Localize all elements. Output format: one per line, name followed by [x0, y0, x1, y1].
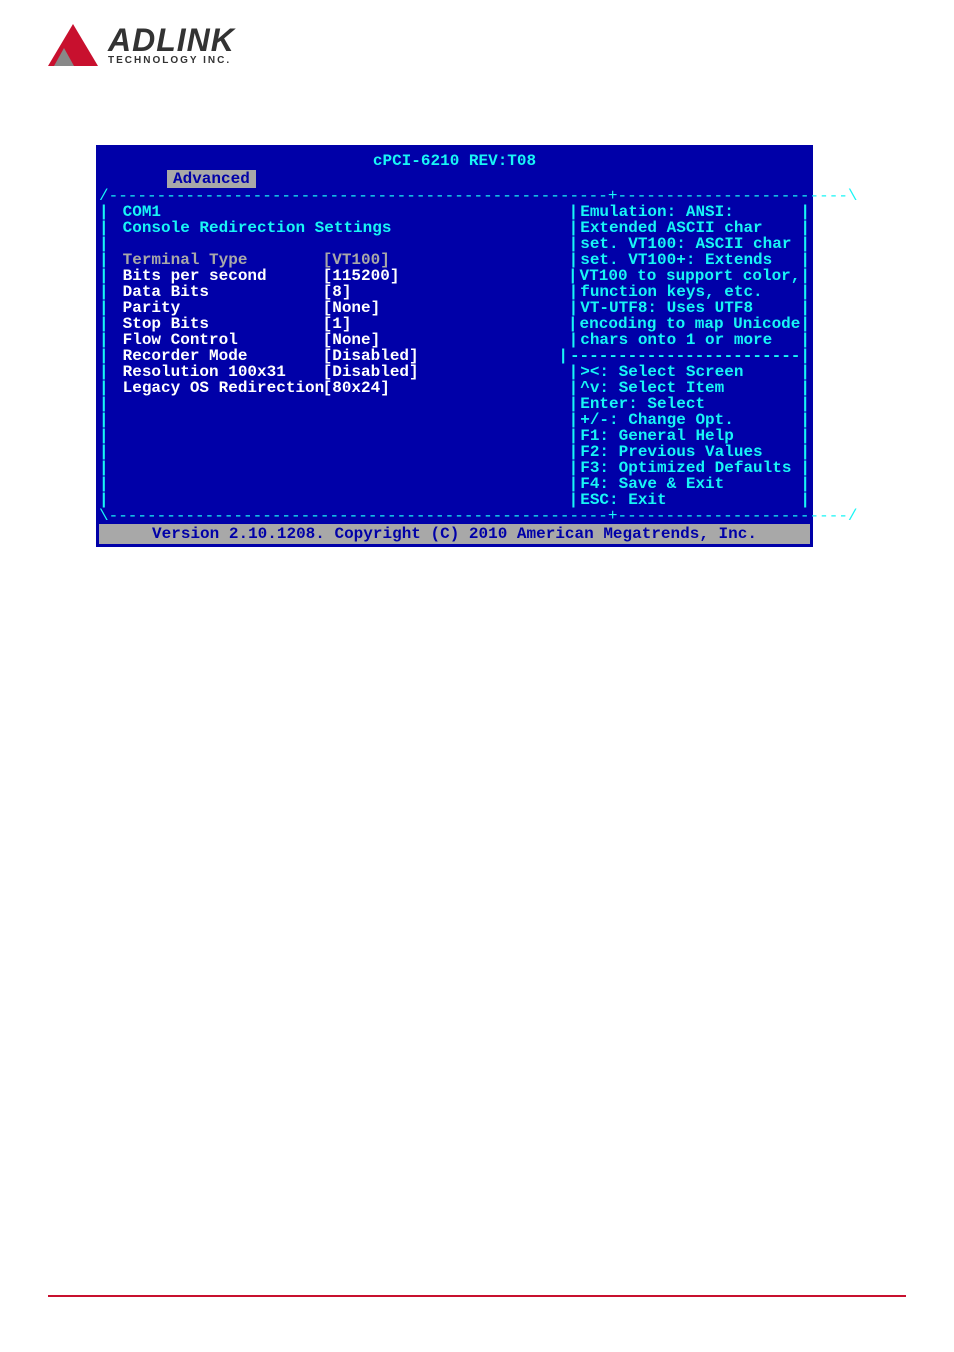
section-com1: COM1 — [123, 204, 161, 220]
setting-terminal-type-label[interactable]: Terminal Type — [123, 252, 323, 268]
setting-parity-value[interactable]: [None] — [323, 300, 381, 316]
logo-text: ADLINK TECHNOLOGY INC. — [108, 24, 235, 66]
setting-databits-label[interactable]: Data Bits — [123, 284, 323, 300]
setting-recorder-value[interactable]: [Disabled] — [323, 348, 419, 364]
setting-bits-value[interactable]: [115200] — [323, 268, 400, 284]
bios-screen: cPCI-6210 REV:T08 Advanced /------------… — [96, 145, 813, 547]
setting-bits-label[interactable]: Bits per second — [123, 268, 323, 284]
setting-terminal-type-value[interactable]: [VT100] — [323, 252, 523, 268]
logo: ADLINK TECHNOLOGY INC. — [48, 20, 235, 70]
bios-title: cPCI-6210 REV:T08 — [99, 148, 810, 170]
logo-icon — [48, 20, 98, 70]
setting-recorder-label[interactable]: Recorder Mode — [123, 348, 323, 364]
tab-advanced[interactable]: Advanced — [167, 170, 256, 188]
setting-legacy-label[interactable]: Legacy OS Redirection — [123, 380, 323, 396]
setting-stopbits-label[interactable]: Stop Bits — [123, 316, 323, 332]
frame-bottom: \---------------------------------------… — [99, 508, 810, 524]
footer-bar: Version 2.10.1208. Copyright (C) 2010 Am… — [99, 524, 810, 544]
setting-flow-label[interactable]: Flow Control — [123, 332, 323, 348]
setting-stopbits-value[interactable]: [1] — [323, 316, 352, 332]
section-console: Console Redirection Settings — [123, 220, 392, 236]
page-divider — [48, 1295, 906, 1297]
setting-resolution-value[interactable]: [Disabled] — [323, 364, 419, 380]
setting-databits-value[interactable]: [8] — [323, 284, 352, 300]
tab-row: Advanced — [99, 170, 810, 188]
logo-sub: TECHNOLOGY INC. — [108, 56, 235, 66]
setting-flow-value[interactable]: [None] — [323, 332, 381, 348]
logo-brand: ADLINK — [108, 24, 235, 56]
frame-top: /---------------------------------------… — [99, 188, 810, 204]
setting-resolution-label[interactable]: Resolution 100x31 — [123, 364, 323, 380]
setting-legacy-value[interactable]: [80x24] — [323, 380, 390, 396]
setting-parity-label[interactable]: Parity — [123, 300, 323, 316]
